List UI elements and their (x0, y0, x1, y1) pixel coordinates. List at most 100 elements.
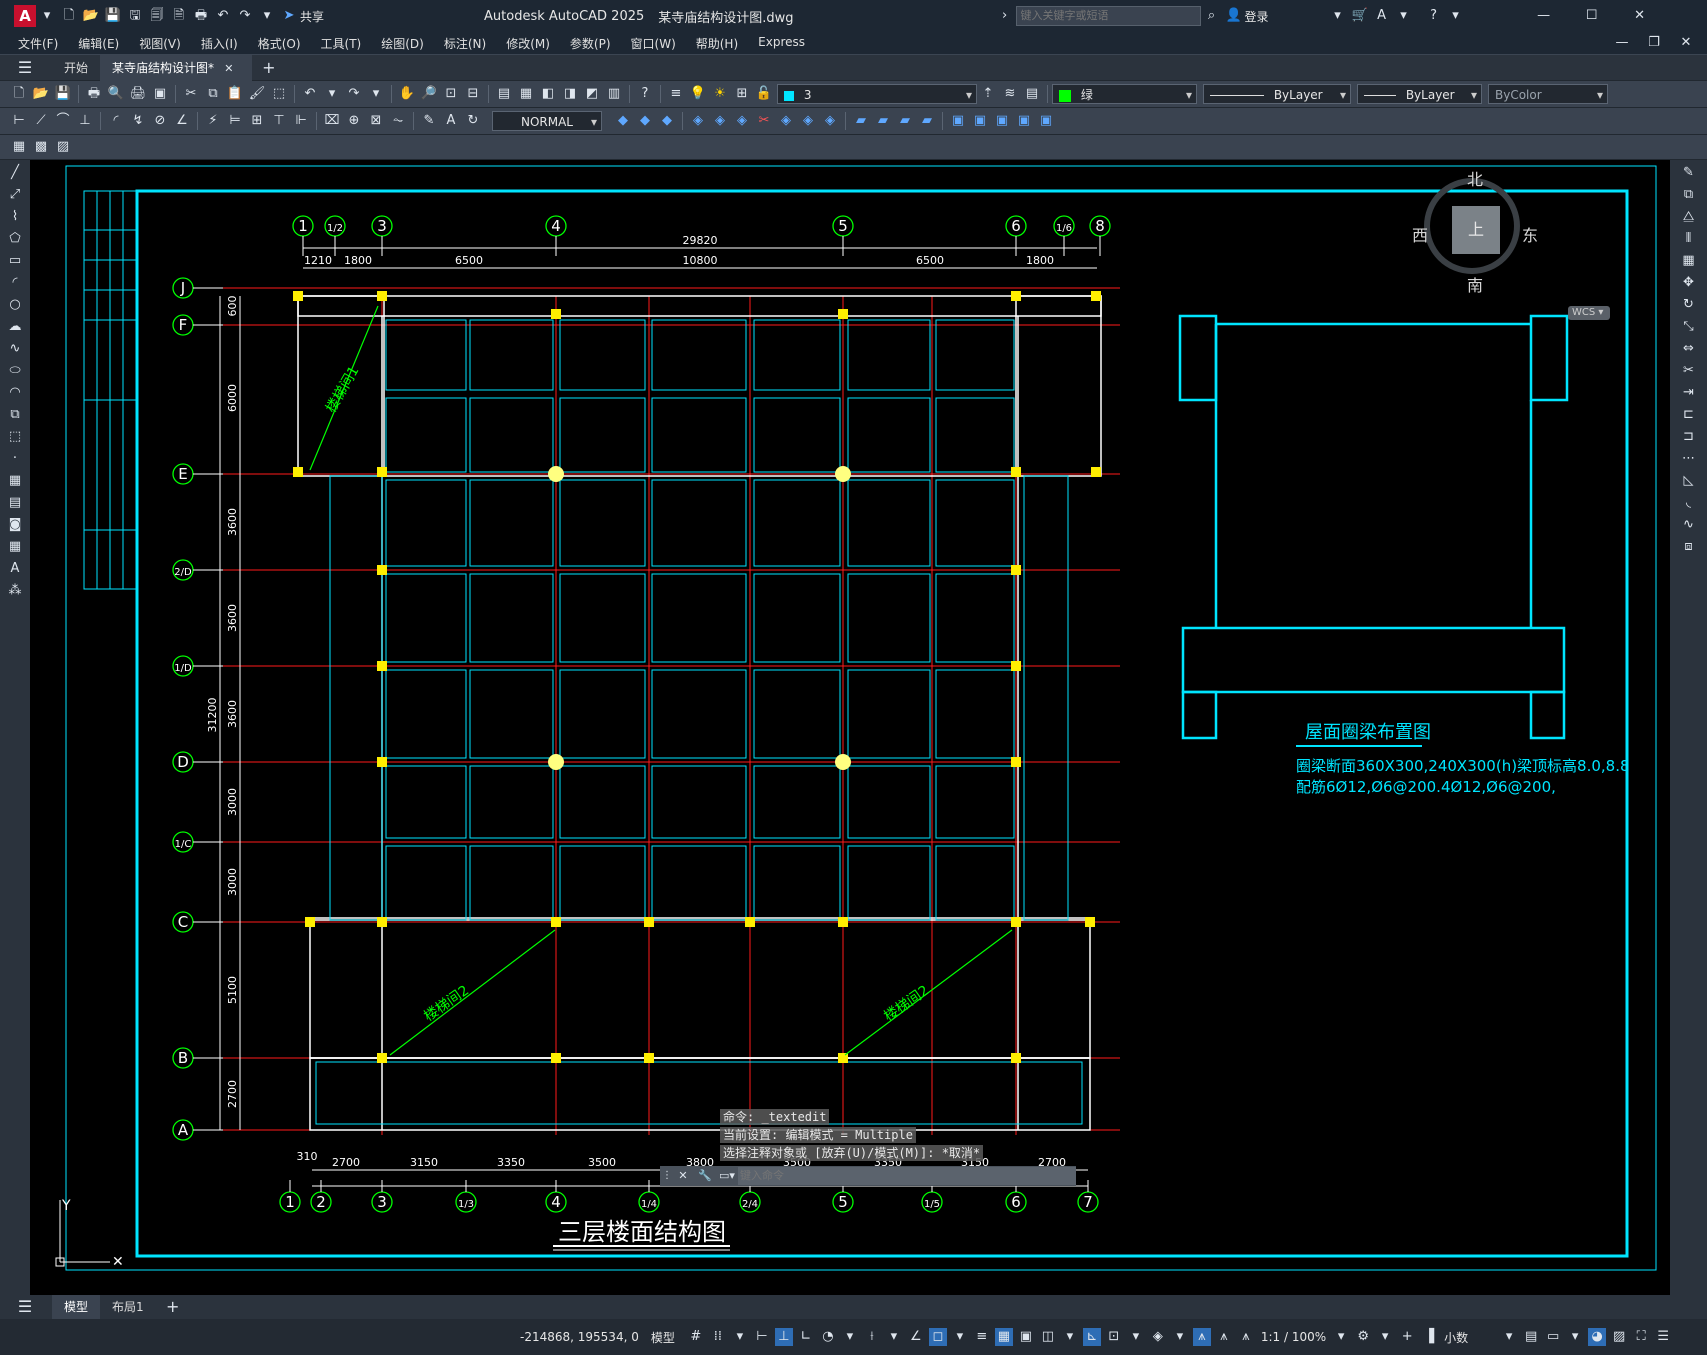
units-icon[interactable]: ▐ (1420, 1328, 1438, 1346)
tb-undo-chevron-icon[interactable]: ▾ (323, 85, 341, 103)
3d-thicken-icon[interactable]: ▣ (1037, 112, 1055, 130)
lineweight-icon[interactable]: ∠ (907, 1328, 925, 1346)
3d-section-icon[interactable]: ◈ (799, 112, 817, 130)
lights-icon[interactable]: ▨ (54, 138, 72, 156)
revcloud-icon[interactable]: ☁ (6, 318, 24, 336)
gizmo-chevron-icon[interactable]: ▾ (1171, 1328, 1189, 1346)
mtext-icon[interactable]: A (6, 560, 24, 578)
dim-edit-icon[interactable]: ✎ (420, 112, 438, 130)
command-grip-icon[interactable]: ⋮ (662, 1167, 672, 1185)
menu-item-11[interactable]: 帮助(H) (686, 35, 748, 52)
undo-icon[interactable]: ↶ (214, 7, 232, 25)
units-dropdown[interactable]: 小数 (1444, 1329, 1468, 1346)
gizmo-icon[interactable]: ◈ (1149, 1328, 1167, 1346)
login-chevron-icon[interactable]: ▾ (1329, 7, 1347, 25)
plotstyle-dropdown[interactable]: ByColor (1488, 84, 1608, 105)
command-close-icon[interactable]: ✕ (674, 1167, 692, 1185)
menu-item-8[interactable]: 修改(M) (496, 35, 560, 52)
copy-object-icon[interactable]: ⧉ (1680, 186, 1698, 204)
scale-icon[interactable]: ⤡ (1680, 318, 1698, 336)
toolpalettes-icon[interactable]: ◧ (539, 85, 557, 103)
command-input[interactable] (738, 1167, 1076, 1185)
pan-icon[interactable]: ✋ (398, 85, 416, 103)
markup-icon[interactable]: ◩ (583, 85, 601, 103)
materials-icon[interactable]: ▩ (32, 138, 50, 156)
viewcube[interactable]: 上 北 南 西 东 (1412, 166, 1538, 295)
tb-open-icon[interactable]: 📂 (32, 85, 50, 103)
command-recent-icon[interactable]: ▭▾ (718, 1167, 736, 1185)
layer-state-icon[interactable]: ▤ (1023, 85, 1041, 103)
auto-scale-icon[interactable]: ⩚ (1215, 1328, 1233, 1346)
compass-east[interactable]: 东 (1522, 222, 1538, 246)
tb-redo-chevron-icon[interactable]: ▾ (367, 85, 385, 103)
dim-arclength-icon[interactable]: ⌒ (54, 112, 72, 130)
search-expand-icon[interactable]: › (996, 7, 1014, 25)
customize-chevron-icon[interactable]: ▾ (258, 7, 276, 25)
search-input[interactable] (1015, 6, 1201, 26)
offset-icon[interactable]: ⫴ (1680, 230, 1698, 248)
help-icon[interactable]: ? (1425, 7, 1443, 25)
arc-icon[interactable]: ◜ (6, 274, 24, 292)
3d-fillet-icon[interactable]: ▣ (971, 112, 989, 130)
explode-icon[interactable]: ⧈ (1680, 538, 1698, 556)
tb-undo-icon[interactable]: ↶ (301, 85, 319, 103)
login-button[interactable]: 登录 (1245, 8, 1269, 25)
graphics-performance-icon[interactable]: ▨ (1610, 1328, 1628, 1346)
3d-sweep-icon[interactable]: ▰ (896, 112, 914, 130)
insert-block-icon[interactable]: ⧉ (6, 406, 24, 424)
preview-icon[interactable]: 🔍 (107, 85, 125, 103)
3d-flatten-icon[interactable]: ◈ (821, 112, 839, 130)
menu-item-6[interactable]: 绘图(D) (371, 35, 434, 52)
extend-icon[interactable]: ⇥ (1680, 384, 1698, 402)
erase-icon[interactable]: ✎ (1680, 164, 1698, 182)
search-icon[interactable]: ⌕ (1203, 7, 1221, 25)
polyline-icon[interactable]: ⌇ (6, 208, 24, 226)
workspace-chevron-icon[interactable]: ▾ (1376, 1328, 1394, 1346)
iso-icon[interactable]: ◔ (819, 1328, 837, 1346)
coordinates-readout[interactable]: -214868, 195534, 0 (520, 1330, 639, 1344)
region-icon[interactable]: ◙ (6, 516, 24, 534)
3d-intersect-icon[interactable]: ◈ (733, 112, 751, 130)
fillet-icon[interactable]: ◟ (1680, 494, 1698, 512)
menu-item-1[interactable]: 编辑(E) (68, 35, 129, 52)
user-icon[interactable]: 👤 (1225, 7, 1243, 25)
dim-aligned-icon[interactable]: ⟋ (32, 112, 50, 130)
clean-screen-icon[interactable]: ⛶ (1632, 1328, 1650, 1346)
doc-close-icon[interactable]: ✕ (1677, 34, 1695, 52)
dim-break-icon[interactable]: ⊩ (292, 112, 310, 130)
linetype-dropdown[interactable]: ByLayer (1203, 84, 1351, 105)
ellipse-icon[interactable]: ⬭ (6, 362, 24, 380)
menu-item-9[interactable]: 参数(P) (560, 35, 621, 52)
cart-icon[interactable]: 🛒 (1351, 7, 1369, 25)
jogged-linear-icon[interactable]: ⏦ (389, 112, 407, 130)
lw-display-icon[interactable]: ≡ (973, 1328, 991, 1346)
tab-start[interactable]: 开始 (52, 55, 100, 81)
make-current-icon[interactable]: ⇡ (979, 85, 997, 103)
command-customize-icon[interactable]: 🔧 (696, 1167, 714, 1185)
dimstyle-dropdown[interactable]: NORMAL (492, 111, 602, 132)
menu-item-2[interactable]: 视图(V) (129, 35, 191, 52)
doc-minimize-icon[interactable]: — (1613, 34, 1631, 52)
3d-extrude-icon[interactable]: ▰ (852, 112, 870, 130)
sheetset-icon[interactable]: ◨ (561, 85, 579, 103)
3d-interfere-icon[interactable]: ◈ (777, 112, 795, 130)
open-web-icon[interactable]: 🗐 (148, 7, 166, 25)
layer-properties-icon[interactable]: ≡ (667, 85, 685, 103)
hamburger-menu-icon[interactable]: ☰ (16, 58, 34, 77)
autodesk-icon[interactable]: A (1373, 7, 1391, 25)
tab-layout1[interactable]: 布局1 (100, 1295, 156, 1319)
3d-separate-icon[interactable]: ▣ (1015, 112, 1033, 130)
stretch-icon[interactable]: ⇔ (1680, 340, 1698, 358)
xline-icon[interactable]: ⤢ (6, 186, 24, 204)
break-icon[interactable]: ⊐ (1680, 428, 1698, 446)
doc-restore-icon[interactable]: ❐ (1645, 34, 1663, 52)
share-button[interactable]: 共享 (300, 8, 324, 25)
make-block-icon[interactable]: ⬚ (6, 428, 24, 446)
spline-icon[interactable]: ∿ (6, 340, 24, 358)
render-icon[interactable]: ▦ (10, 138, 28, 156)
3d-wedge-icon[interactable]: ◆ (636, 112, 654, 130)
paste-icon[interactable]: 📋 (226, 85, 244, 103)
dim-baseline-icon[interactable]: ⊨ (226, 112, 244, 130)
new-tab-icon[interactable]: + (260, 58, 278, 77)
compass-north[interactable]: 北 (1467, 166, 1483, 190)
